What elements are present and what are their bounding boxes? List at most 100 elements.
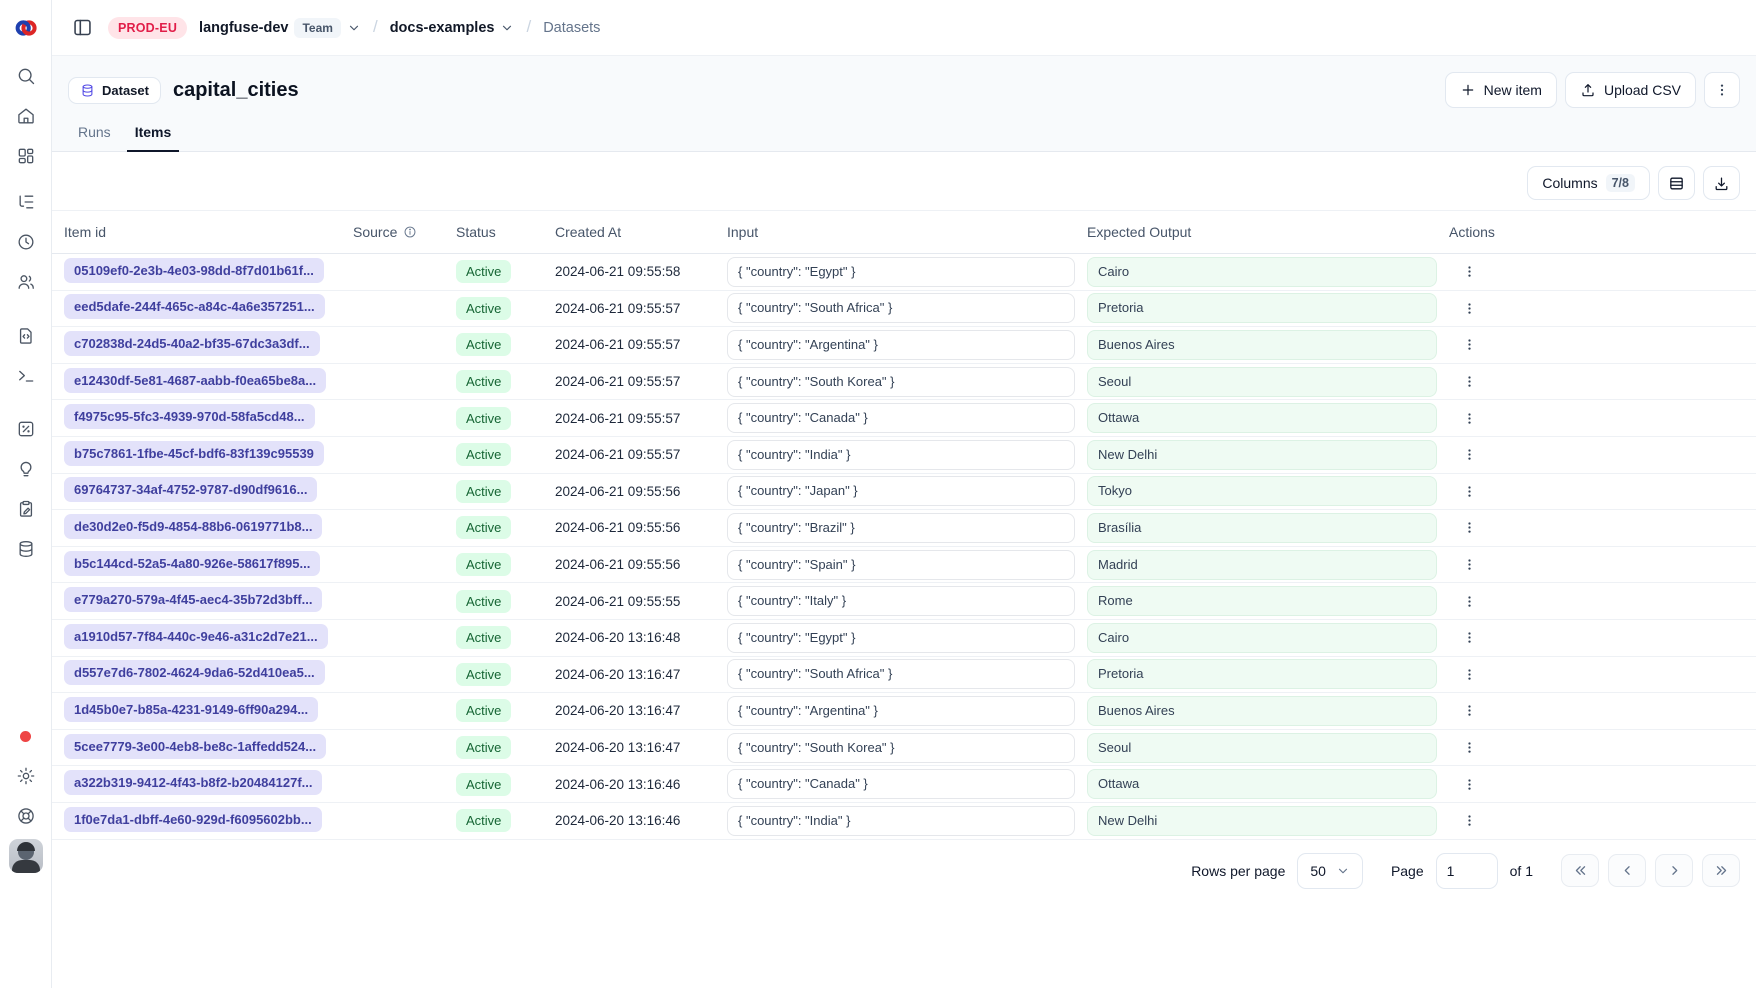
input-cell[interactable]: { "country": "South Africa" }	[727, 293, 1075, 323]
table-row[interactable]: a322b319-9412-4f43-b8f2-b20484127f... Ac…	[52, 766, 1756, 803]
table-row[interactable]: eed5dafe-244f-465c-a84c-4a6e357251... Ac…	[52, 291, 1756, 328]
table-row[interactable]: b5c144cd-52a5-4a80-926e-58617f895... Act…	[52, 547, 1756, 584]
table-row[interactable]: 1d45b0e7-b85a-4231-9149-6ff90a294... Act…	[52, 693, 1756, 730]
table-row[interactable]: f4975c95-5fc3-4939-970d-58fa5cd48... Act…	[52, 400, 1756, 437]
col-item-id[interactable]: Item id	[64, 224, 353, 240]
item-id-pill[interactable]: 05109ef0-2e3b-4e03-98dd-8f7d01b61f...	[64, 258, 324, 283]
row-actions-kebab[interactable]	[1455, 294, 1483, 322]
expected-output-cell[interactable]: New Delhi	[1087, 440, 1437, 470]
table-row[interactable]: e12430df-5e81-4687-aabb-f0ea65be8a... Ac…	[52, 364, 1756, 401]
item-id-pill[interactable]: de30d2e0-f5d9-4854-88b6-0619771b8...	[64, 514, 322, 539]
new-item-button[interactable]: New item	[1445, 72, 1557, 108]
breadcrumb-section[interactable]: Datasets	[543, 20, 600, 36]
row-actions-kebab[interactable]	[1455, 807, 1483, 835]
input-cell[interactable]: { "country": "Egypt" }	[727, 257, 1075, 287]
row-actions-kebab[interactable]	[1455, 368, 1483, 396]
columns-button[interactable]: Columns 7/8	[1527, 166, 1650, 200]
search-icon[interactable]	[0, 56, 52, 96]
table-row[interactable]: 1f0e7da1-dbff-4e60-929d-f6095602bb... Ac…	[52, 803, 1756, 840]
expected-output-cell[interactable]: Buenos Aires	[1087, 696, 1437, 726]
row-actions-kebab[interactable]	[1455, 624, 1483, 652]
input-cell[interactable]: { "country": "South Korea" }	[727, 733, 1075, 763]
support-icon[interactable]	[0, 796, 52, 836]
settings-gear-icon[interactable]	[0, 756, 52, 796]
item-id-pill[interactable]: eed5dafe-244f-465c-a84c-4a6e357251...	[64, 294, 325, 319]
table-row[interactable]: b75c7861-1fbe-45cf-bdf6-83f139c95539 Act…	[52, 437, 1756, 474]
row-height-button[interactable]	[1658, 166, 1695, 200]
col-created-at[interactable]: Created At	[555, 224, 727, 240]
col-status[interactable]: Status	[456, 224, 555, 240]
expected-output-cell[interactable]: Cairo	[1087, 623, 1437, 653]
expected-output-cell[interactable]: Rome	[1087, 586, 1437, 616]
input-cell[interactable]: { "country": "Argentina" }	[727, 330, 1075, 360]
org-switcher[interactable]: langfuse-dev Team	[199, 18, 361, 38]
last-page-button[interactable]	[1702, 854, 1740, 887]
input-cell[interactable]: { "country": "Canada" }	[727, 403, 1075, 433]
previous-page-button[interactable]	[1608, 854, 1646, 887]
item-id-pill[interactable]: b75c7861-1fbe-45cf-bdf6-83f139c95539	[64, 441, 324, 466]
input-cell[interactable]: { "country": "Egypt" }	[727, 623, 1075, 653]
col-input[interactable]: Input	[727, 224, 1087, 240]
row-actions-kebab[interactable]	[1455, 660, 1483, 688]
item-id-pill[interactable]: 5cee7779-3e00-4eb8-be8c-1affedd524...	[64, 734, 326, 759]
tracing-icon[interactable]	[0, 182, 52, 222]
input-cell[interactable]: { "country": "Canada" }	[727, 769, 1075, 799]
row-actions-kebab[interactable]	[1455, 551, 1483, 579]
input-cell[interactable]: { "country": "India" }	[727, 806, 1075, 836]
input-cell[interactable]: { "country": "Japan" }	[727, 476, 1075, 506]
input-cell[interactable]: { "country": "South Korea" }	[727, 367, 1075, 397]
next-page-button[interactable]	[1655, 854, 1693, 887]
expected-output-cell[interactable]: Tokyo	[1087, 476, 1437, 506]
item-id-pill[interactable]: d557e7d6-7802-4624-9da6-52d410ea5...	[64, 660, 325, 685]
table-row[interactable]: d557e7d6-7802-4624-9da6-52d410ea5... Act…	[52, 657, 1756, 694]
annotation-icon[interactable]	[0, 489, 52, 529]
item-id-pill[interactable]: 1d45b0e7-b85a-4231-9149-6ff90a294...	[64, 697, 318, 722]
item-id-pill[interactable]: b5c144cd-52a5-4a80-926e-58617f895...	[64, 551, 320, 576]
row-actions-kebab[interactable]	[1455, 441, 1483, 469]
sidebar-toggle-icon[interactable]	[68, 14, 96, 42]
row-actions-kebab[interactable]	[1455, 331, 1483, 359]
row-actions-kebab[interactable]	[1455, 770, 1483, 798]
row-actions-kebab[interactable]	[1455, 258, 1483, 286]
expected-output-cell[interactable]: Buenos Aires	[1087, 330, 1437, 360]
row-actions-kebab[interactable]	[1455, 587, 1483, 615]
dataset-actions-kebab[interactable]	[1704, 72, 1740, 108]
expected-output-cell[interactable]: Cairo	[1087, 257, 1437, 287]
playground-terminal-icon[interactable]	[0, 356, 52, 396]
item-id-pill[interactable]: 69764737-34af-4752-9787-d90df9616...	[64, 477, 317, 502]
input-cell[interactable]: { "country": "Spain" }	[727, 550, 1075, 580]
table-row[interactable]: de30d2e0-f5d9-4854-88b6-0619771b8... Act…	[52, 510, 1756, 547]
input-cell[interactable]: { "country": "Brazil" }	[727, 513, 1075, 543]
upload-csv-button[interactable]: Upload CSV	[1565, 72, 1696, 108]
langfuse-logo[interactable]	[14, 0, 38, 56]
col-expected-output[interactable]: Expected Output	[1087, 224, 1449, 240]
evaluation-icon[interactable]	[0, 409, 52, 449]
table-row[interactable]: e779a270-579a-4f45-aec4-35b72d3bff... Ac…	[52, 583, 1756, 620]
item-id-pill[interactable]: a1910d57-7f84-440c-9e46-a31c2d7e21...	[64, 624, 328, 649]
expected-output-cell[interactable]: Ottawa	[1087, 403, 1437, 433]
item-id-pill[interactable]: e779a270-579a-4f45-aec4-35b72d3bff...	[64, 587, 322, 612]
table-row[interactable]: 69764737-34af-4752-9787-d90df9616... Act…	[52, 474, 1756, 511]
expected-output-cell[interactable]: Pretoria	[1087, 659, 1437, 689]
status-dot-icon[interactable]	[0, 716, 52, 756]
table-row[interactable]: 05109ef0-2e3b-4e03-98dd-8f7d01b61f... Ac…	[52, 254, 1756, 291]
row-actions-kebab[interactable]	[1455, 697, 1483, 725]
tab-runs[interactable]: Runs	[70, 124, 119, 151]
table-row[interactable]: 5cee7779-3e00-4eb8-be8c-1affedd524... Ac…	[52, 730, 1756, 767]
item-id-pill[interactable]: c702838d-24d5-40a2-bf35-67dc3a3df...	[64, 331, 320, 356]
prompts-icon[interactable]	[0, 316, 52, 356]
users-icon[interactable]	[0, 262, 52, 302]
row-actions-kebab[interactable]	[1455, 477, 1483, 505]
expected-output-cell[interactable]: Pretoria	[1087, 293, 1437, 323]
expected-output-cell[interactable]: Ottawa	[1087, 769, 1437, 799]
input-cell[interactable]: { "country": "Argentina" }	[727, 696, 1075, 726]
rows-per-page-select[interactable]: 50	[1297, 853, 1363, 889]
table-row[interactable]: a1910d57-7f84-440c-9e46-a31c2d7e21... Ac…	[52, 620, 1756, 657]
item-id-pill[interactable]: f4975c95-5fc3-4939-970d-58fa5cd48...	[64, 404, 315, 429]
item-id-pill[interactable]: 1f0e7da1-dbff-4e60-929d-f6095602bb...	[64, 807, 322, 832]
input-cell[interactable]: { "country": "Italy" }	[727, 586, 1075, 616]
col-source[interactable]: Source	[353, 224, 456, 240]
expected-output-cell[interactable]: Seoul	[1087, 367, 1437, 397]
lightbulb-icon[interactable]	[0, 449, 52, 489]
input-cell[interactable]: { "country": "India" }	[727, 440, 1075, 470]
